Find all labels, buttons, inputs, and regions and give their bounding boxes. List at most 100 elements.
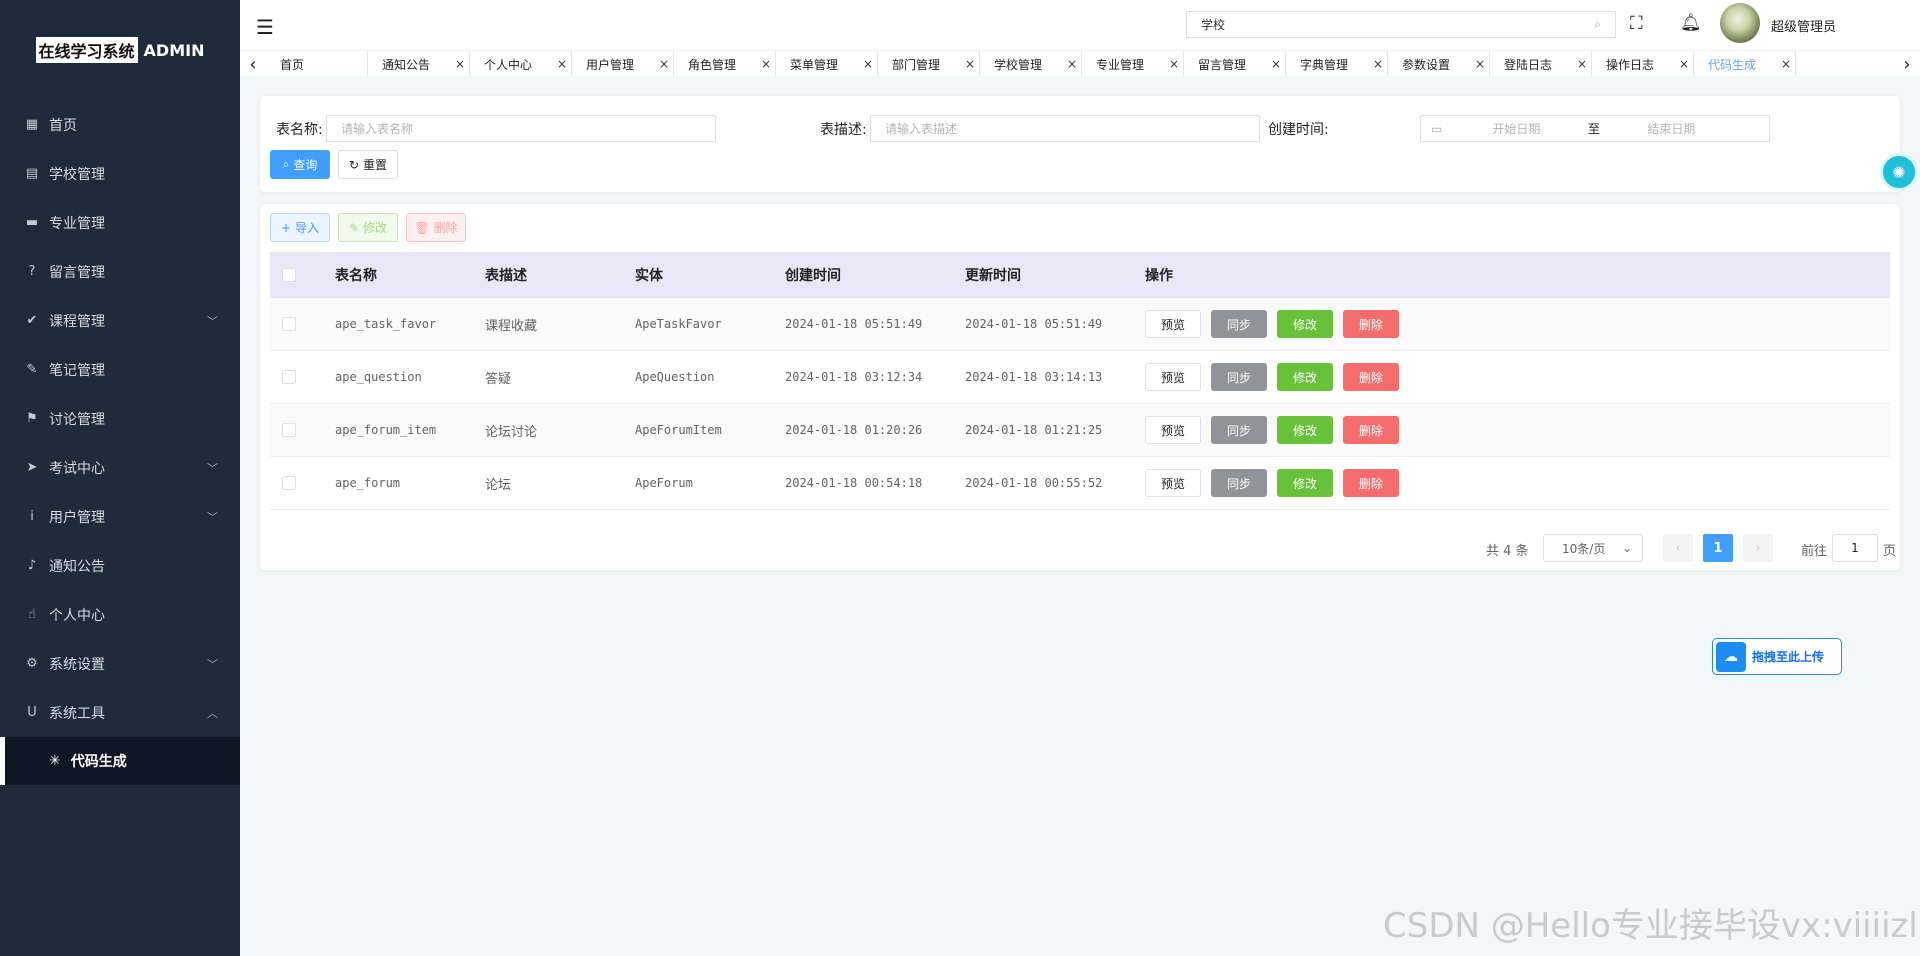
table-desc-input[interactable]: 请输入表描述 bbox=[870, 115, 1260, 142]
close-icon[interactable]: × bbox=[1271, 57, 1281, 71]
end-date-input[interactable]: 结束日期 bbox=[1611, 120, 1731, 137]
sidebar-item-6[interactable]: ⚑ 讨论管理 bbox=[0, 394, 240, 443]
tab-14[interactable]: 代码生成 × bbox=[1694, 51, 1796, 76]
sidebar-item-0[interactable]: ▦ 首页 bbox=[0, 100, 240, 149]
row-delete-button[interactable]: 删除 bbox=[1343, 363, 1399, 391]
row-modify-button[interactable]: 修改 bbox=[1277, 469, 1333, 497]
cell-updated: 2024-01-18 01:21:25 bbox=[965, 423, 1103, 437]
tab-12[interactable]: 登陆日志 × bbox=[1490, 51, 1592, 76]
close-icon[interactable]: × bbox=[1577, 57, 1587, 71]
tab-scroll-left-icon[interactable]: ‹ bbox=[240, 51, 266, 77]
page-size-select[interactable]: 10条/页 ⌄ bbox=[1543, 534, 1643, 562]
sidebar-item-2[interactable]: ▬ 专业管理 bbox=[0, 198, 240, 247]
row-delete-button[interactable]: 删除 bbox=[1343, 416, 1399, 444]
assistant-float-icon[interactable]: ✺ bbox=[1880, 153, 1918, 191]
close-icon[interactable]: × bbox=[1373, 57, 1383, 71]
close-icon[interactable]: × bbox=[1475, 57, 1485, 71]
bell-icon[interactable]: 🔔︎ bbox=[1680, 13, 1702, 33]
sidebar-item-3[interactable]: ? 留言管理 bbox=[0, 247, 240, 296]
close-icon[interactable]: × bbox=[863, 57, 873, 71]
header-entity[interactable]: 实体 bbox=[635, 265, 785, 285]
tab-2[interactable]: 个人中心 × bbox=[470, 51, 572, 76]
tab-11[interactable]: 参数设置 × bbox=[1388, 51, 1490, 76]
preview-button[interactable]: 预览 bbox=[1145, 363, 1201, 391]
tab-9[interactable]: 留言管理 × bbox=[1184, 51, 1286, 76]
row-modify-button[interactable]: 修改 bbox=[1277, 416, 1333, 444]
search-input[interactable]: 学校 ⌕ bbox=[1186, 11, 1616, 38]
delete-button[interactable]: 🗑︎ 删除 bbox=[406, 213, 466, 242]
import-button[interactable]: + 导入 bbox=[270, 213, 330, 242]
sidebar-item-1[interactable]: ▤ 学校管理 bbox=[0, 149, 240, 198]
row-checkbox[interactable] bbox=[282, 317, 296, 331]
row-checkbox[interactable] bbox=[282, 370, 296, 384]
tab-3[interactable]: 用户管理 × bbox=[572, 51, 674, 76]
drag-upload-widget[interactable]: ☁ 拖拽至此上传 bbox=[1712, 638, 1842, 675]
preview-button[interactable]: 预览 bbox=[1145, 416, 1201, 444]
row-modify-button[interactable]: 修改 bbox=[1277, 310, 1333, 338]
table-name-input[interactable]: 请输入表名称 bbox=[326, 115, 716, 142]
close-icon[interactable]: × bbox=[1679, 57, 1689, 71]
sidebar-item-7[interactable]: ➤ 考试中心 ﹀ bbox=[0, 443, 240, 492]
fullscreen-icon[interactable]: ⛶ bbox=[1630, 13, 1643, 34]
query-button[interactable]: ⌕ 查询 bbox=[270, 150, 330, 179]
tab-10[interactable]: 字典管理 × bbox=[1286, 51, 1388, 76]
sidebar-item-8[interactable]: i 用户管理 ﹀ bbox=[0, 492, 240, 541]
preview-button[interactable]: 预览 bbox=[1145, 310, 1201, 338]
tab-13[interactable]: 操作日志 × bbox=[1592, 51, 1694, 76]
prev-page-button[interactable]: ‹ bbox=[1663, 534, 1693, 562]
modify-button[interactable]: ✎ 修改 bbox=[338, 213, 398, 242]
row-checkbox[interactable] bbox=[282, 423, 296, 437]
sidebar-item-4[interactable]: ✔ 课程管理 ﹀ bbox=[0, 296, 240, 345]
search-icon[interactable]: ⌕ bbox=[1594, 17, 1601, 32]
reset-button[interactable]: ↻ 重置 bbox=[338, 150, 398, 179]
close-icon[interactable]: × bbox=[965, 57, 975, 71]
sync-button[interactable]: 同步 bbox=[1211, 416, 1267, 444]
header-created[interactable]: 创建时间 bbox=[785, 265, 965, 285]
menu-toggle-icon[interactable]: ☰ bbox=[256, 15, 274, 39]
sidebar-item-code-generator[interactable]: ✳ 代码生成 bbox=[0, 737, 240, 785]
select-all-checkbox[interactable] bbox=[282, 268, 296, 282]
sync-button[interactable]: 同步 bbox=[1211, 310, 1267, 338]
tab-1[interactable]: 通知公告 × bbox=[368, 51, 470, 76]
start-date-input[interactable]: 开始日期 bbox=[1456, 120, 1576, 137]
goto-page-input[interactable]: 1 bbox=[1832, 534, 1878, 562]
tab-6[interactable]: 部门管理 × bbox=[878, 51, 980, 76]
tab-4[interactable]: 角色管理 × bbox=[674, 51, 776, 76]
page-number[interactable]: 1 bbox=[1703, 534, 1733, 562]
header-table-name[interactable]: 表名称 bbox=[335, 265, 485, 285]
next-page-button[interactable]: › bbox=[1743, 534, 1773, 562]
header-table-desc[interactable]: 表描述 bbox=[485, 265, 635, 285]
user-name[interactable]: 超级管理员 bbox=[1771, 16, 1836, 35]
tab-label: 角色管理 bbox=[688, 57, 737, 72]
sidebar-item-10[interactable]: ☝ 个人中心 bbox=[0, 590, 240, 639]
sidebar-item-9[interactable]: ♪ 通知公告 bbox=[0, 541, 240, 590]
sidebar-item-12[interactable]: U 系统工具 ︿ bbox=[0, 688, 240, 737]
row-delete-button[interactable]: 删除 bbox=[1343, 469, 1399, 497]
close-icon[interactable]: × bbox=[455, 57, 465, 71]
close-icon[interactable]: × bbox=[1781, 57, 1791, 71]
close-icon[interactable]: × bbox=[659, 57, 669, 71]
row-delete-button[interactable]: 删除 bbox=[1343, 310, 1399, 338]
close-icon[interactable]: × bbox=[1067, 57, 1077, 71]
row-modify-button[interactable]: 修改 bbox=[1277, 363, 1333, 391]
sidebar-item-5[interactable]: ✎ 笔记管理 bbox=[0, 345, 240, 394]
row-checkbox[interactable] bbox=[282, 476, 296, 490]
close-icon[interactable]: × bbox=[1169, 57, 1179, 71]
date-range-picker[interactable]: ▭ 开始日期 至 结束日期 bbox=[1420, 115, 1770, 142]
tab-0[interactable]: 首页 bbox=[266, 51, 368, 76]
tab-8[interactable]: 专业管理 × bbox=[1082, 51, 1184, 76]
cell-updated: 2024-01-18 00:55:52 bbox=[965, 476, 1103, 490]
table-name-placeholder: 请输入表名称 bbox=[341, 122, 414, 136]
sync-button[interactable]: 同步 bbox=[1211, 363, 1267, 391]
tab-scroll-right-icon[interactable]: › bbox=[1894, 51, 1920, 77]
header-updated[interactable]: 更新时间 bbox=[965, 265, 1145, 285]
close-icon[interactable]: × bbox=[557, 57, 567, 71]
sidebar-item-11[interactable]: ⚙ 系统设置 ﹀ bbox=[0, 639, 240, 688]
tab-5[interactable]: 菜单管理 × bbox=[776, 51, 878, 76]
cell-table-name: ape_question bbox=[335, 370, 422, 384]
tab-7[interactable]: 学校管理 × bbox=[980, 51, 1082, 76]
sync-button[interactable]: 同步 bbox=[1211, 469, 1267, 497]
preview-button[interactable]: 预览 bbox=[1145, 469, 1201, 497]
avatar[interactable] bbox=[1720, 3, 1760, 43]
close-icon[interactable]: × bbox=[761, 57, 771, 71]
